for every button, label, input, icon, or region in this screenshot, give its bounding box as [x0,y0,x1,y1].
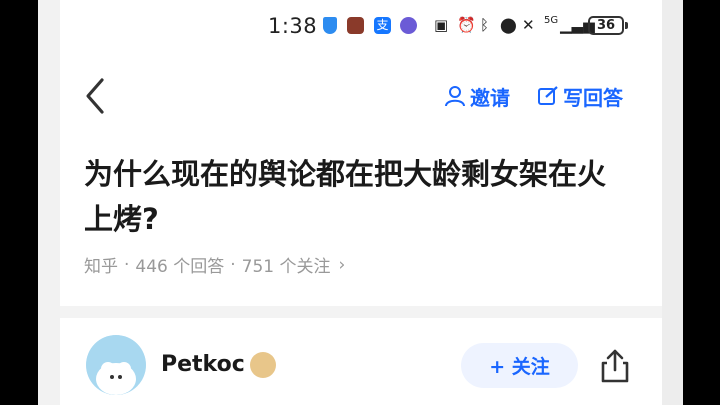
screen-left-margin [38,0,60,405]
follow-button[interactable]: + 关注 [461,343,578,388]
screen-right-margin [662,0,683,405]
alipay-icon: 支 [374,17,391,34]
share-icon[interactable] [598,348,632,384]
chevron-right-icon: › [338,254,346,275]
app-notification-icon [347,17,364,34]
write-answer-button[interactable]: 写回答 [537,80,623,112]
back-arrow-icon[interactable] [80,76,110,116]
status-time: 1:38 [268,14,318,38]
edit-icon [538,86,558,105]
invite-label: 邀请 [470,85,510,110]
avatar[interactable] [86,335,146,395]
question-title[interactable]: 为什么现在的舆论都在把大龄剩女架在火上烤? [84,152,634,242]
badge-icon [250,352,276,378]
status-bar: 1:38 支 ▣ ⏰ ᛒ ⬤ ✕ 5G ▁▃▅ 36 [60,8,662,42]
question-meta[interactable]: 知乎 · 446 个回答 · 751 个关注 › [84,252,346,278]
write-answer-label: 写回答 [563,85,623,110]
meta-separator: · [230,254,236,275]
battery-tip [625,22,628,29]
battery-indicator: 36 [588,16,624,35]
nfc-icon: ▣ [434,16,449,34]
invite-button[interactable]: 邀请 [444,80,510,112]
location-icon: ⬤ [500,16,517,34]
alarm-icon: ⏰ [457,16,476,34]
shield-app-icon [323,17,337,34]
section-divider [60,306,662,318]
mute-icon: ✕ [522,16,535,34]
bluetooth-icon: ᛒ [480,16,490,34]
answer-count: 446 个回答 [135,257,225,277]
meta-separator: · [124,254,130,275]
follower-count: 751 个关注 [241,257,331,277]
network-type: 5G [544,15,559,26]
question-source: 知乎 [84,257,118,277]
author-name[interactable]: Petkoc [161,352,245,377]
app-notification-icon-2 [400,17,417,34]
person-icon [445,86,465,107]
